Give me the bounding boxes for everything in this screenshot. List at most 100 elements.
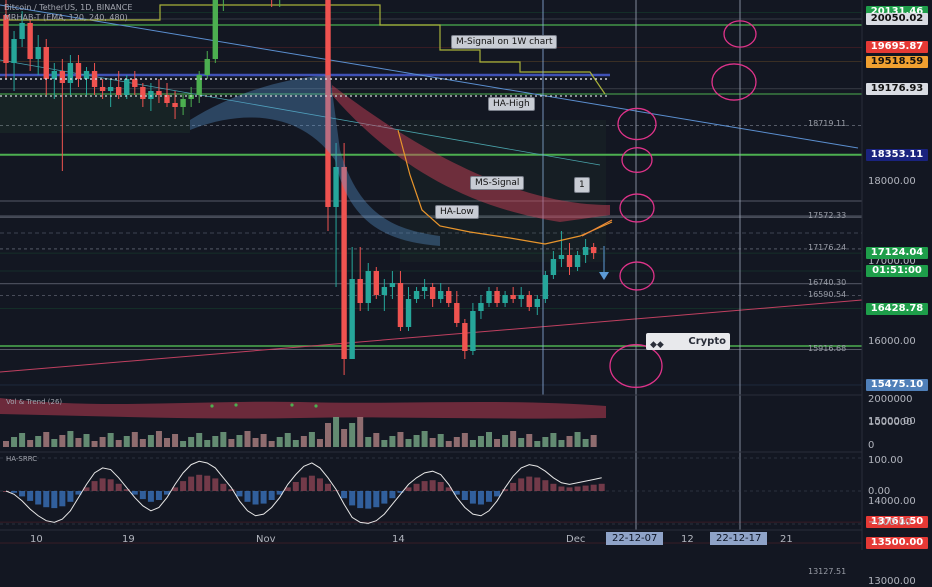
price-axis-label: 16000.00 [868,336,916,347]
vol-trend-dot [314,404,318,408]
volume-bar [389,436,396,447]
candle-body [11,39,17,63]
price-label: 01:51:00 [866,265,928,277]
candle-body [574,255,581,267]
volume-bar [180,441,187,447]
candle-body [51,71,57,79]
candle-body [172,103,178,107]
volume-bar [91,441,98,447]
volume-bar [260,434,267,447]
candle-body [148,91,154,99]
price-label: 18353.11 [866,148,928,161]
shaded-zone-left [0,93,190,133]
volume-bar [413,435,420,447]
osc-axis-bottom: −100.00 [868,517,912,528]
candle-body [550,259,557,275]
candle-body [27,23,33,59]
osc-histogram-bar [19,491,26,497]
volume-bar [292,440,299,447]
watermark-text: Crypto [688,336,726,347]
volume-bar [477,436,484,447]
price-label: 19695.87 [866,41,928,54]
m-signal-annotation[interactable]: M-Signal on 1W chart [451,35,558,49]
volume-bar [204,440,211,447]
osc-histogram-bar [292,482,299,491]
volume-bar [550,433,557,447]
volume-bar [196,433,203,447]
candle-body [438,291,444,299]
volume-bar [534,441,541,447]
price-label: 19518.59 [866,55,928,68]
time-axis-label: 21 [780,534,793,545]
level-tag: 16740.30 [808,277,847,287]
volume-bar [99,437,106,447]
volume-bar [574,432,581,447]
osc-histogram-bar [220,483,227,491]
osc-histogram-bar [365,491,372,509]
volume-bar [421,431,428,447]
osc-histogram-bar [582,485,589,491]
osc-histogram-bar [139,491,146,500]
level-tag: 15916.68 [808,343,847,353]
volume-bar [220,432,227,447]
candle-body [357,279,363,303]
osc-axis-top: 100.00 [868,455,903,466]
osc-histogram-bar [51,491,58,509]
candle-body [204,59,210,75]
ha-high-annotation[interactable]: HA-High [488,97,535,111]
ha-low-annotation[interactable]: HA-Low [435,205,479,219]
volume-bar [429,438,436,447]
trading-chart-canvas[interactable] [0,0,932,550]
osc-histogram-bar [316,478,323,491]
volume-bar [43,432,50,447]
vol-panel-title[interactable]: Vol & Trend (26) [6,398,62,406]
time-axis-highlight: 22-12-07 [606,532,664,545]
osc-histogram-bar [188,476,195,491]
candle-body [212,0,218,59]
candle-body [389,283,396,287]
volume-bar [244,431,251,447]
vol-axis-zero: 0 [868,440,875,451]
watermark-logo-icon: ◆◆ [650,340,664,350]
osc-histogram-bar [461,491,468,500]
osc-histogram-bar [115,483,122,491]
osc-histogram-bar [526,476,533,491]
indicator-legend[interactable]: MRHAB-T (EMA, 120, 240, 480) [4,13,128,22]
candle-body [510,295,516,299]
osc-histogram-bar [11,491,18,493]
symbol-title[interactable]: Bitcoin / TetherUS, 1D, BINANCE [4,3,132,12]
volume-bar [115,440,122,447]
candle-body [156,91,162,95]
price-label: 15475.10 [866,378,928,391]
osc-histogram-bar [550,483,557,491]
price-axis-label: 18000.00 [868,176,916,187]
level-tag: 18719.11 [808,119,847,129]
price-label: 13500.00 [866,537,928,549]
volume-bar [212,436,219,447]
osc-histogram-bar [204,475,211,491]
candle-body [542,275,549,299]
marker-1-annotation[interactable]: 1 [574,177,590,193]
volume-bar [51,439,58,447]
ms-signal-annotation[interactable]: MS-Signal [470,176,525,190]
osc-histogram-bar [373,491,380,508]
osc-histogram-bar [325,483,331,491]
osc-histogram-bar [268,491,275,500]
osc-histogram-bar [180,481,187,491]
osc-histogram-bar [534,477,541,491]
osc-histogram-bar [67,491,74,502]
candle-body [365,271,371,303]
volume-bar [486,432,492,447]
candle-body [397,283,404,327]
candle-body [180,99,186,107]
candle-body [3,15,9,63]
osc-histogram-bar [566,487,573,491]
candle-body [486,291,492,303]
ha-panel-title[interactable]: HA-SRRC [6,455,37,463]
volume-bar [582,439,589,447]
osc-histogram-bar [252,491,259,505]
candle-body [67,63,74,83]
osc-axis-zero: 0.00 [868,486,891,497]
candle-body [196,75,202,95]
osc-histogram-bar [91,481,98,491]
